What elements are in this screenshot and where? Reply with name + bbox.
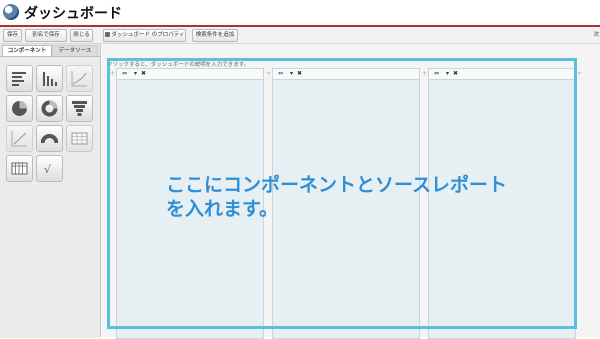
pie-chart-button[interactable] <box>6 95 33 122</box>
save-button[interactable]: 保存 <box>3 29 22 42</box>
properties-icon <box>104 31 110 37</box>
app-header: ダッシュボード <box>0 0 600 27</box>
visualforce-button[interactable]: √ <box>36 155 63 182</box>
metric-icon <box>71 132 88 145</box>
add-filter-button[interactable]: 検索条件を追加 <box>192 29 238 42</box>
dashboard-properties-label: ダッシュボード のプロパティ <box>111 32 185 38</box>
funnel-chart-icon <box>72 101 87 116</box>
line-chart-icon <box>71 71 87 87</box>
toolbar-right-link[interactable]: 次 <box>593 30 599 38</box>
horizontal-bar-chart-button[interactable] <box>6 65 33 92</box>
visualforce-icon: √ <box>44 163 52 176</box>
gauge-icon <box>41 134 58 144</box>
dashboard-properties-button[interactable]: ダッシュボード のプロパティ <box>103 29 186 42</box>
scatter-chart-icon <box>11 131 27 147</box>
component-sidebar: コンポーネント データソース √ <box>0 44 101 338</box>
donut-chart-button[interactable] <box>36 95 63 122</box>
sidebar-tabs: コンポーネント データソース <box>0 44 100 56</box>
svg-text:√: √ <box>44 163 52 176</box>
funnel-chart-button[interactable] <box>66 95 93 122</box>
gauge-button[interactable] <box>36 125 63 152</box>
page-title: ダッシュボード <box>24 6 122 22</box>
add-column-icon: + <box>577 70 583 77</box>
donut-chart-icon <box>41 100 58 117</box>
vertical-bar-chart-icon <box>43 72 57 86</box>
toolbar: 保存 別名で保存 閉じる ダッシュボード のプロパティ 検索条件を追加 次 <box>0 27 600 44</box>
close-button[interactable]: 閉じる <box>70 29 93 42</box>
annotation-line-1: ここにコンポーネントとソースレポート <box>166 174 508 196</box>
component-palette: √ <box>0 56 100 338</box>
vertical-bar-chart-button[interactable] <box>36 65 63 92</box>
tab-components[interactable]: コンポーネント <box>2 45 52 56</box>
pie-chart-icon <box>12 101 27 116</box>
save-as-button[interactable]: 別名で保存 <box>25 29 67 42</box>
horizontal-bar-chart-icon <box>12 72 26 86</box>
table-icon <box>11 162 28 175</box>
annotation-line-2: を入れます。 <box>166 198 279 220</box>
line-chart-button[interactable] <box>66 65 93 92</box>
metric-button[interactable] <box>66 125 93 152</box>
scatter-chart-button[interactable] <box>6 125 33 152</box>
tab-data-sources[interactable]: データソース <box>52 45 98 56</box>
dashboard-logo-icon <box>3 4 19 20</box>
annotation-callout: ここにコンポーネントとソースレポート を入れます。 <box>166 173 566 221</box>
table-button[interactable] <box>6 155 33 182</box>
